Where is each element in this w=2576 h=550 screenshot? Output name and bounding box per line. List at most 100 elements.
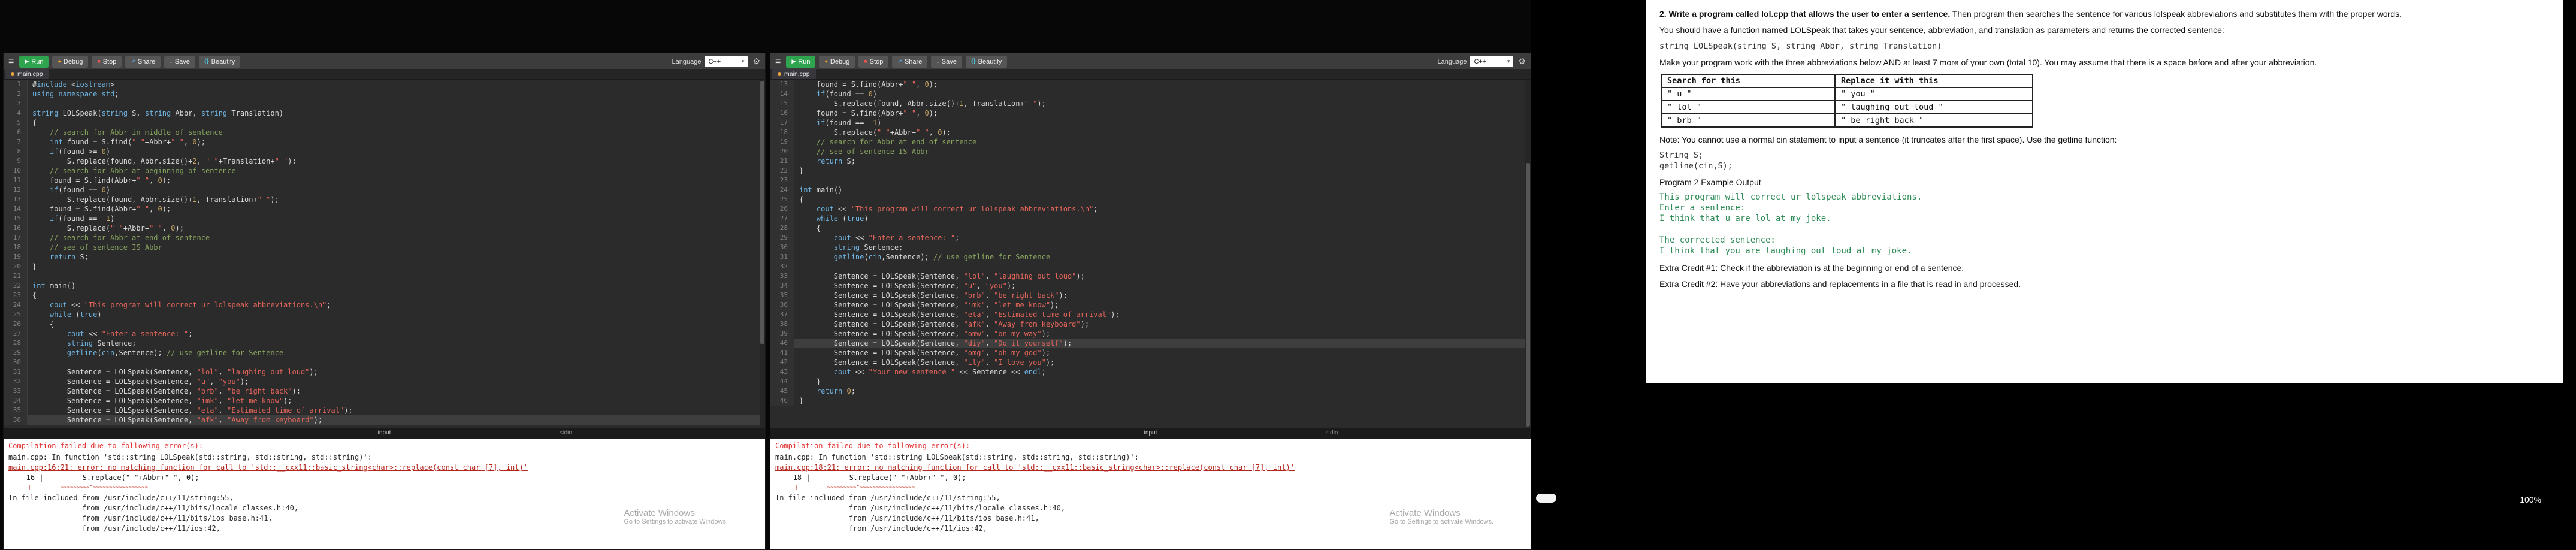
beautify-button[interactable]: {} Beautify [198, 55, 241, 68]
code-line[interactable]: 17 // search for Abbr at end of sentence [4, 233, 765, 243]
gear-icon[interactable]: ⚙ [752, 56, 760, 67]
code-editor[interactable]: 13 found = S.find(Abbr+" ", 0); 14 if(fou… [770, 80, 1531, 428]
code-line[interactable]: 34 Sentence = LOLSpeak(Sentence, "imk", … [4, 396, 765, 406]
code-line[interactable]: 18 S.replace(" "+Abbr+" ", 0); [770, 128, 1531, 137]
editor-scrollbar[interactable] [760, 80, 765, 428]
code-line[interactable]: 18 // see of sentence IS Abbr [4, 243, 765, 252]
code-line[interactable]: 32 [770, 262, 1531, 271]
editor-scrollbar[interactable] [1525, 80, 1531, 428]
code-line[interactable]: 5{ [4, 118, 765, 128]
run-button[interactable]: ▶ Run [19, 55, 49, 68]
share-button[interactable]: ↗ Share [125, 55, 161, 68]
code-line[interactable]: 30 [4, 358, 765, 367]
code-line[interactable]: 23{ [4, 291, 765, 300]
code-line[interactable]: 20 // see of sentence IS Abbr [770, 147, 1531, 156]
code-line[interactable]: 11 found = S.find(Abbr+" ", 0); [4, 176, 765, 185]
code-line[interactable]: 21 return S; [770, 156, 1531, 166]
code-editor[interactable]: 1 #include <iostream> 2 using namespace std… [4, 80, 765, 428]
code-line[interactable]: 15 S.replace(found, Abbr.size()+1, Trans… [770, 99, 1531, 108]
code-line[interactable]: 27 cout << "Enter a sentence: "; [4, 329, 765, 339]
code-line[interactable]: 7 int found = S.find(" "+Abbr+" ", 0); [4, 137, 765, 147]
code-line[interactable]: 46} [770, 396, 1531, 406]
code-line[interactable]: 36 Sentence = LOLSpeak(Sentence, "afk", … [4, 415, 765, 425]
run-button[interactable]: ▶ Run [786, 55, 816, 68]
console-output[interactable]: Compilation failed due to following erro… [770, 439, 1531, 549]
code-line[interactable]: 17 if(found == -1) [770, 118, 1531, 128]
code-line[interactable]: 8 if(found >= 0) [4, 147, 765, 156]
code-line[interactable]: 34 Sentence = LOLSpeak(Sentence, "u", "y… [770, 281, 1531, 291]
code-line[interactable]: 35 Sentence = LOLSpeak(Sentence, "eta", … [4, 406, 765, 415]
code-line[interactable]: 28 { [770, 223, 1531, 233]
share-button[interactable]: ↗ Share [892, 55, 928, 68]
code-line[interactable]: 26 { [4, 319, 765, 329]
console-splitter[interactable]: input stdin [4, 428, 765, 439]
code-line[interactable]: 27 while (true) [770, 214, 1531, 223]
code-line[interactable]: 36 Sentence = LOLSpeak(Sentence, "imk", … [770, 300, 1531, 310]
code-line[interactable]: 20} [4, 262, 765, 271]
code-line[interactable]: 35 Sentence = LOLSpeak(Sentence, "brb", … [770, 291, 1531, 300]
tab-main-cpp[interactable]: main.cpp [772, 69, 816, 79]
code-line[interactable]: 28 string Sentence; [4, 339, 765, 348]
code-line[interactable]: 4 string LOLSpeak(string S, string Abbr, … [4, 108, 765, 118]
code-line[interactable]: 44 } [770, 377, 1531, 386]
code-line[interactable]: 3 [4, 99, 765, 108]
code-line[interactable]: 24 int main() [770, 185, 1531, 195]
code-line[interactable]: 25{ [770, 195, 1531, 204]
tab-main-cpp[interactable]: main.cpp [5, 69, 49, 79]
code-line[interactable]: 9 S.replace(found, Abbr.size()+2, " "+Tr… [4, 156, 765, 166]
menu-icon[interactable]: ≡ [8, 56, 14, 67]
code-line[interactable]: 42 Sentence = LOLSpeak(Sentence, "ily", … [770, 358, 1531, 367]
code-line[interactable]: 43 cout << "Your new sentence " << Sente… [770, 367, 1531, 377]
code-line[interactable]: 12 if(found == 0) [4, 185, 765, 195]
scrollbar-thumb[interactable] [1526, 163, 1530, 427]
debug-button[interactable]: ● Debug [52, 55, 89, 68]
language-select[interactable]: C++ ▾ [705, 56, 748, 67]
debug-button[interactable]: ● Debug [819, 55, 855, 68]
code-line[interactable]: 16 S.replace(" "+Abbr+" ", 0); [4, 223, 765, 233]
code-line[interactable]: 19 return S; [4, 252, 765, 262]
gear-icon[interactable]: ⚙ [1518, 56, 1526, 67]
stop-button[interactable]: ■ Stop [858, 55, 889, 68]
console-output[interactable]: Compilation failed due to following erro… [4, 439, 765, 549]
code-line[interactable]: 13 found = S.find(Abbr+" ", 0); [770, 80, 1531, 89]
code-line[interactable]: 22} [770, 166, 1531, 176]
stop-button[interactable]: ■ Stop [92, 55, 122, 68]
code-line[interactable]: 38 Sentence = LOLSpeak(Sentence, "afk", … [770, 319, 1531, 329]
code-line[interactable]: 26 cout << "This program will correct ur… [770, 204, 1531, 214]
code-line[interactable]: 32 Sentence = LOLSpeak(Sentence, "u", "y… [4, 377, 765, 386]
code-line[interactable]: 33 Sentence = LOLSpeak(Sentence, "lol", … [770, 271, 1531, 281]
code-line[interactable]: 31 Sentence = LOLSpeak(Sentence, "lol", … [4, 367, 765, 377]
code-line[interactable]: 37 Sentence = LOLSpeak(Sentence, "eta", … [770, 310, 1531, 319]
code-line[interactable]: 25 while (true) [4, 310, 765, 319]
beautify-button[interactable]: {} Beautify [965, 55, 1008, 68]
code-line[interactable]: 21 [4, 271, 765, 281]
code-line[interactable]: 33 Sentence = LOLSpeak(Sentence, "brb", … [4, 386, 765, 396]
code-line[interactable]: 14 if(found == 0) [770, 89, 1531, 99]
code-line[interactable]: 19 // search for Abbr at end of sentence [770, 137, 1531, 147]
code-line[interactable]: 15 if(found == -1) [4, 214, 765, 223]
console-splitter[interactable]: input stdin [770, 428, 1531, 439]
save-button[interactable]: ↓ Save [164, 55, 195, 68]
code-line[interactable]: 31 getline(cin,Sentence); // use getline… [770, 252, 1531, 262]
code-line[interactable]: 14 found = S.find(Abbr+" ", 0); [4, 204, 765, 214]
code-line[interactable]: 30 string Sentence; [770, 243, 1531, 252]
code-line[interactable]: 1 #include <iostream> [4, 80, 765, 89]
code-line[interactable]: 6 // search for Abbr in middle of senten… [4, 128, 765, 137]
code-line[interactable]: 45 return 0; [770, 386, 1531, 396]
code-line[interactable]: 24 cout << "This program will correct ur… [4, 300, 765, 310]
code-line[interactable]: 40 Sentence = LOLSpeak(Sentence, "diy", … [770, 339, 1531, 348]
code-line[interactable]: 41 Sentence = LOLSpeak(Sentence, "omg", … [770, 348, 1531, 358]
code-line[interactable]: 29 cout << "Enter a sentence: "; [770, 233, 1531, 243]
code-line[interactable]: 22 int main() [4, 281, 765, 291]
menu-icon[interactable]: ≡ [775, 56, 781, 67]
code-line[interactable]: 16 found = S.find(Abbr+" ", 0); [770, 108, 1531, 118]
code-line[interactable]: 2 using namespace std; [4, 89, 765, 99]
save-button[interactable]: ↓ Save [931, 55, 962, 68]
code-line[interactable]: 13 S.replace(found, Abbr.size()+1, Trans… [4, 195, 765, 204]
viewer-control-pill[interactable] [1536, 494, 1556, 503]
language-select[interactable]: C++ ▾ [1470, 56, 1514, 67]
code-line[interactable]: 29 getline(cin,Sentence); // use getline… [4, 348, 765, 358]
code-line[interactable]: 23 [770, 176, 1531, 185]
scrollbar-thumb[interactable] [760, 81, 764, 344]
code-line[interactable]: 10 // search for Abbr at beginning of se… [4, 166, 765, 176]
